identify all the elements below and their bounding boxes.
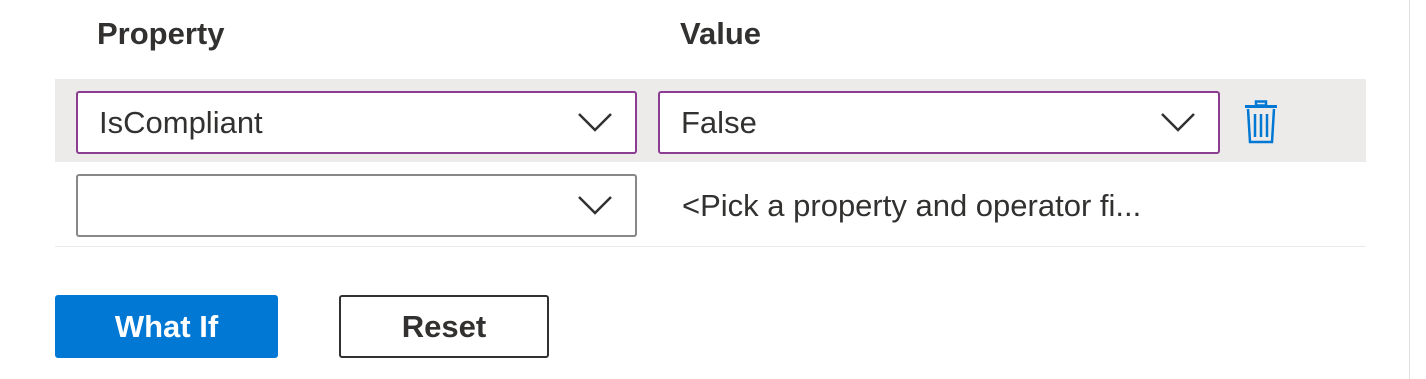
property-dropdown[interactable]	[76, 174, 637, 237]
property-dropdown-value: IsCompliant	[99, 105, 263, 140]
value-placeholder: <Pick a property and operator fi...	[682, 188, 1142, 223]
value-column-header: Value	[680, 16, 761, 51]
reset-button[interactable]: Reset	[339, 295, 549, 358]
panel-right-edge	[1409, 0, 1410, 379]
condition-row: IsCompliant False	[55, 79, 1366, 162]
condition-row: <Pick a property and operator fi...	[55, 162, 1366, 247]
chevron-down-icon	[578, 113, 612, 132]
property-column-header: Property	[97, 16, 225, 51]
value-dropdown-value: False	[681, 105, 757, 140]
what-if-button[interactable]: What If	[55, 295, 278, 358]
chevron-down-icon	[578, 196, 612, 215]
delete-row-button[interactable]	[1243, 100, 1279, 144]
property-dropdown[interactable]: IsCompliant	[76, 91, 637, 154]
chevron-down-icon	[1161, 113, 1195, 132]
value-dropdown[interactable]: False	[658, 91, 1220, 154]
trash-icon	[1245, 100, 1277, 144]
